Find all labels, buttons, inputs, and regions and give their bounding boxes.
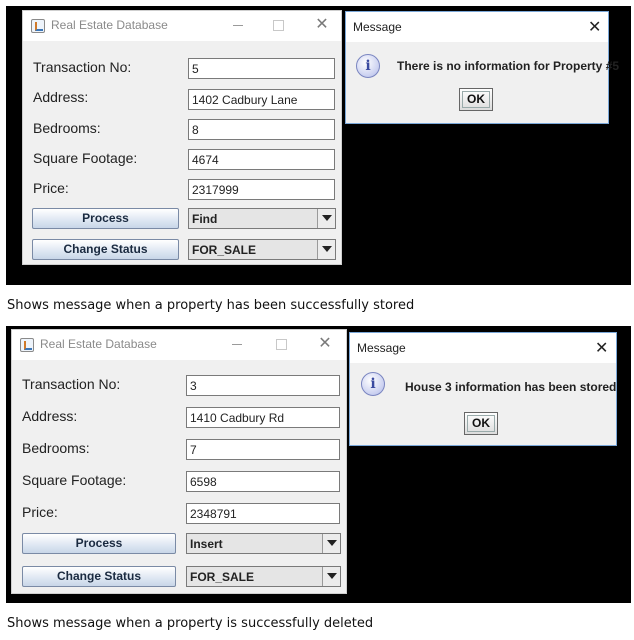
ok-button[interactable]: OK xyxy=(459,88,493,111)
message-dialog: Message ✕ i House 3 information has been… xyxy=(349,332,617,446)
dialog-title: Message xyxy=(357,341,406,355)
bedrooms-field[interactable]: 8 xyxy=(188,119,335,140)
bedrooms-field[interactable]: 7 xyxy=(186,439,340,460)
status-combo-value: FOR_SALE xyxy=(192,243,257,257)
change-status-button[interactable]: Change Status xyxy=(22,566,176,587)
maximize-icon[interactable] xyxy=(268,16,288,34)
window-title: Real Estate Database xyxy=(51,18,168,32)
dialog-titlebar: Message ✕ xyxy=(350,333,616,363)
action-combo[interactable]: Insert xyxy=(186,533,341,554)
action-combo-value: Insert xyxy=(190,537,223,551)
chevron-down-icon[interactable] xyxy=(317,240,335,259)
price-field[interactable]: 2317999 xyxy=(188,179,335,200)
dialog-message: House 3 information has been stored xyxy=(405,380,617,394)
dialog-close-icon[interactable]: ✕ xyxy=(588,17,601,37)
price-field[interactable]: 2348791 xyxy=(186,503,340,524)
real-estate-window: Real Estate Database ✕ Transaction No: 5… xyxy=(22,10,342,265)
address-field[interactable]: 1410 Cadbury Rd xyxy=(186,407,340,428)
window-close-icon[interactable]: ✕ xyxy=(312,16,332,34)
caption-2: Shows message when a property is success… xyxy=(7,616,374,631)
dialog-title: Message xyxy=(353,20,402,34)
window-titlebar: Real Estate Database ✕ xyxy=(12,330,346,360)
minimize-icon[interactable] xyxy=(227,335,247,353)
dialog-titlebar: Message ✕ xyxy=(346,12,608,42)
square-footage-field[interactable]: 4674 xyxy=(188,149,335,170)
java-app-icon xyxy=(20,338,34,352)
transaction-no-field[interactable]: 5 xyxy=(188,58,335,79)
status-combo[interactable]: FOR_SALE xyxy=(186,566,341,587)
chevron-down-icon[interactable] xyxy=(317,209,335,228)
change-status-button[interactable]: Change Status xyxy=(32,239,179,260)
bedrooms-label: Bedrooms: xyxy=(33,120,101,136)
address-label: Address: xyxy=(33,89,89,105)
process-button[interactable]: Process xyxy=(22,533,176,554)
minimize-icon[interactable] xyxy=(228,16,248,34)
caption-1: Shows message when a property has been s… xyxy=(7,298,415,313)
square-footage-label: Square Footage: xyxy=(22,472,127,488)
screenshot-panel-2: Real Estate Database ✕ Transaction No: 3… xyxy=(6,326,631,603)
square-footage-label: Square Footage: xyxy=(33,150,138,166)
address-label: Address: xyxy=(22,408,78,424)
maximize-icon[interactable] xyxy=(271,335,291,353)
info-icon: i xyxy=(356,54,380,78)
java-app-icon xyxy=(31,19,45,33)
action-combo-value: Find xyxy=(192,212,218,226)
window-close-icon[interactable]: ✕ xyxy=(315,335,335,353)
window-title: Real Estate Database xyxy=(40,337,157,351)
dialog-message: There is no information for Property #5 xyxy=(397,59,620,73)
real-estate-window: Real Estate Database ✕ Transaction No: 3… xyxy=(11,329,347,594)
window-titlebar: Real Estate Database ✕ xyxy=(23,11,341,41)
ok-button[interactable]: OK xyxy=(464,412,498,435)
transaction-no-label: Transaction No: xyxy=(33,59,132,75)
status-combo-value: FOR_SALE xyxy=(190,570,255,584)
message-dialog: Message ✕ i There is no information for … xyxy=(345,11,619,124)
bedrooms-label: Bedrooms: xyxy=(22,440,90,456)
chevron-down-icon[interactable] xyxy=(322,567,340,586)
screenshot-panel-1: Real Estate Database ✕ Transaction No: 5… xyxy=(6,6,631,285)
square-footage-field[interactable]: 6598 xyxy=(186,471,340,492)
process-button[interactable]: Process xyxy=(32,208,179,229)
info-icon: i xyxy=(361,372,385,396)
action-combo[interactable]: Find xyxy=(188,208,336,229)
price-label: Price: xyxy=(22,504,58,520)
dialog-close-icon[interactable]: ✕ xyxy=(595,338,608,358)
status-combo[interactable]: FOR_SALE xyxy=(188,239,336,260)
transaction-no-field[interactable]: 3 xyxy=(186,375,340,396)
address-field[interactable]: 1402 Cadbury Lane xyxy=(188,89,335,110)
price-label: Price: xyxy=(33,180,69,196)
chevron-down-icon[interactable] xyxy=(322,534,340,553)
transaction-no-label: Transaction No: xyxy=(22,376,121,392)
